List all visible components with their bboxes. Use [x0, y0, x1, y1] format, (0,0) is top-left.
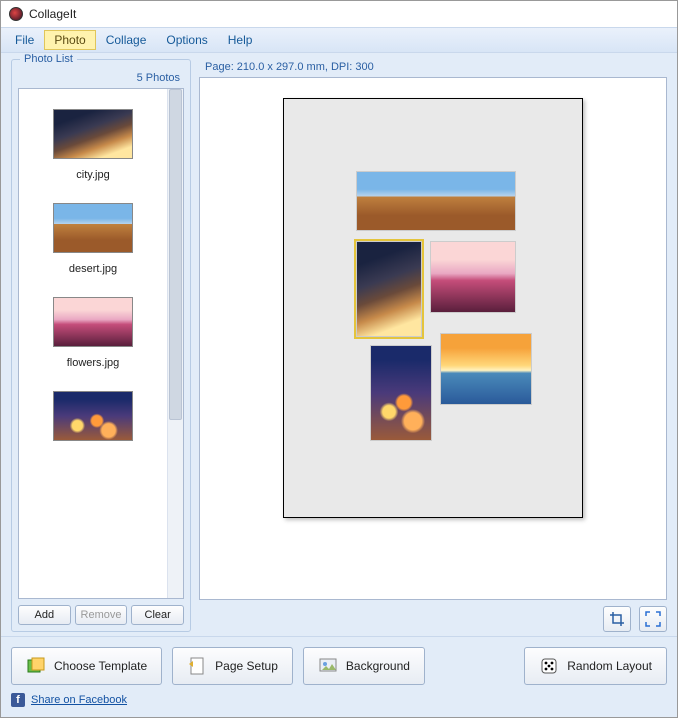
bottom-bar: Choose Template Page Setup Background — [1, 636, 677, 717]
collage-image[interactable] — [440, 333, 532, 405]
app-logo-icon — [9, 7, 23, 21]
collage-image[interactable] — [370, 345, 432, 441]
big-button-row: Choose Template Page Setup Background — [11, 647, 667, 685]
background-icon — [318, 656, 338, 676]
menu-file[interactable]: File — [5, 30, 44, 50]
choose-template-label: Choose Template — [54, 659, 147, 673]
background-button[interactable]: Background — [303, 647, 425, 685]
photo-thumb-label: desert.jpg — [69, 263, 117, 275]
photo-thumb[interactable] — [53, 391, 133, 441]
canvas-column: Page: 210.0 x 297.0 mm, DPI: 300 — [199, 59, 667, 632]
add-button[interactable]: Add — [18, 605, 71, 625]
background-label: Background — [346, 659, 410, 673]
random-layout-label: Random Layout — [567, 659, 652, 673]
page-info: Page: 210.0 x 297.0 mm, DPI: 300 — [199, 59, 667, 77]
clear-button[interactable]: Clear — [131, 605, 184, 625]
photo-list-buttons: Add Remove Clear — [18, 605, 184, 625]
collage-image[interactable] — [430, 241, 516, 313]
photo-thumb-label: city.jpg — [76, 169, 109, 181]
photo-list-scroll[interactable]: city.jpg desert.jpg flowers.jpg — [19, 89, 167, 598]
template-icon — [26, 656, 46, 676]
photo-thumb[interactable] — [53, 109, 133, 159]
scrollbar-thumb[interactable] — [169, 89, 182, 420]
fit-screen-icon — [645, 611, 661, 627]
crop-icon — [609, 611, 625, 627]
facebook-icon: f — [11, 693, 25, 707]
scrollbar[interactable] — [167, 89, 183, 598]
menubar: FilePhotoCollageOptionsHelp — [1, 27, 677, 53]
choose-template-button[interactable]: Choose Template — [11, 647, 162, 685]
dice-icon — [539, 656, 559, 676]
page-setup-button[interactable]: Page Setup — [172, 647, 293, 685]
page-setup-label: Page Setup — [215, 659, 278, 673]
crop-button[interactable] — [603, 606, 631, 632]
share-row: f Share on Facebook — [11, 693, 667, 707]
random-layout-button[interactable]: Random Layout — [524, 647, 667, 685]
client-area: Photo List 5 Photos city.jpg desert.jpg fl… — [1, 53, 677, 717]
photo-count: 5 Photos — [18, 70, 184, 88]
app-title: CollageIt — [29, 7, 76, 21]
remove-button[interactable]: Remove — [75, 605, 128, 625]
collage-image[interactable] — [356, 241, 422, 337]
canvas-tool-row — [199, 600, 667, 632]
titlebar: CollageIt — [1, 1, 677, 27]
collage-image[interactable] — [356, 171, 516, 231]
share-facebook-link[interactable]: Share on Facebook — [31, 694, 127, 706]
photo-list-panel: Photo List 5 Photos city.jpgdesert.jpgfl… — [11, 59, 191, 632]
photo-thumb[interactable] — [53, 203, 133, 253]
app-window: CollageIt FilePhotoCollageOptionsHelp Ph… — [0, 0, 678, 718]
photo-thumb-label: flowers.jpg — [67, 357, 120, 369]
main-row: Photo List 5 Photos city.jpg desert.jpg fl… — [1, 53, 677, 636]
menu-photo[interactable]: Photo — [44, 30, 95, 50]
fit-screen-button[interactable] — [639, 606, 667, 632]
canvas-wrap — [199, 77, 667, 600]
photo-thumb[interactable] — [53, 297, 133, 347]
collage-page[interactable] — [283, 98, 583, 518]
page-setup-icon — [187, 656, 207, 676]
photo-list-label: Photo List — [20, 53, 77, 65]
spacer — [435, 647, 514, 685]
photo-list-box: city.jpg desert.jpg flowers.jpg — [18, 88, 184, 599]
menu-options[interactable]: Options — [156, 30, 217, 50]
menu-help[interactable]: Help — [218, 30, 263, 50]
menu-collage[interactable]: Collage — [96, 30, 157, 50]
